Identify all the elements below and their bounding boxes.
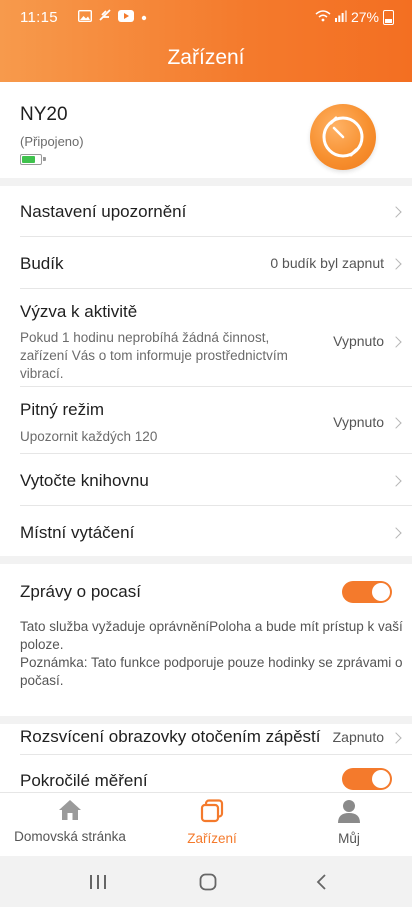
chevron-right-icon (390, 258, 402, 270)
chevron-right-icon (390, 475, 402, 487)
app-header: 11:15 27% Zařízení (0, 0, 412, 82)
row-description: Upozornit každých 120 (20, 429, 158, 444)
back-icon[interactable] (308, 870, 336, 894)
feather-icon (98, 8, 112, 26)
row-title: Budík (20, 254, 64, 273)
settings-group-main: Nastavení upozornění Budík 0 budík byl z… (0, 186, 412, 556)
watch-icon (310, 104, 376, 170)
chevron-right-icon (390, 732, 402, 744)
battery-icon (383, 9, 394, 25)
row-value: Vypnuto (333, 333, 384, 349)
alarm-row[interactable]: Budík 0 budík byl zapnut (20, 237, 402, 288)
wrist-wake-row[interactable]: Rozsvícení obrazovky otočením zápěstí Za… (20, 724, 402, 754)
dot-icon (140, 8, 148, 26)
signal-icon (334, 9, 347, 25)
toggle-knob (372, 583, 390, 601)
nav-item-profile[interactable]: Můj (310, 799, 388, 846)
local-dial-row[interactable]: Místní vytáčení (20, 506, 402, 556)
activity-reminder-row[interactable]: Výzva k aktivitě Pokud 1 hodinu neprobíh… (20, 289, 402, 386)
toggle-knob (372, 770, 390, 788)
nav-label: Domovská stránka (14, 829, 126, 844)
row-title: Místní vytáčení (20, 523, 135, 542)
status-time: 11:15 (20, 9, 58, 26)
notification-settings-row[interactable]: Nastavení upozornění (20, 186, 402, 236)
row-title: Zprávy o pocasí (20, 582, 141, 601)
device-connection-status: (Připojeno) (20, 134, 84, 149)
drinking-reminder-row[interactable]: Pitný režim Upozornit každých 120 Vypnut… (20, 387, 402, 453)
recent-apps-icon[interactable] (84, 870, 112, 894)
row-value: Zapnuto (332, 729, 384, 745)
bottom-navigation: Domovská stránka Zařízení Můj (0, 792, 412, 857)
row-title: Nastavení upozornění (20, 202, 187, 221)
row-title: Pitný režim (20, 400, 105, 419)
row-value: Vypnuto (333, 414, 384, 430)
nav-item-device[interactable]: Zařízení (160, 799, 264, 846)
youtube-icon (118, 8, 134, 26)
nav-label: Zařízení (187, 831, 237, 846)
home-button-icon[interactable] (194, 870, 222, 894)
notification-icons (77, 8, 148, 26)
wifi-icon (315, 9, 331, 25)
gallery-icon (77, 8, 93, 26)
row-title: Pokročilé měření (20, 771, 148, 790)
display-group: Rozsvícení obrazovky otočením zápěstí Za… (0, 724, 412, 792)
person-icon (337, 800, 361, 827)
chevron-right-icon (390, 206, 402, 218)
device-icon (200, 799, 224, 827)
nav-label: Můj (338, 831, 360, 846)
nav-item-home[interactable]: Domovská stránka (0, 799, 140, 844)
device-battery-icon (20, 154, 46, 165)
status-bar: 11:15 27% (0, 0, 412, 36)
home-icon (58, 800, 82, 825)
system-status: 27% (315, 9, 394, 25)
battery-percent: 27% (350, 9, 379, 25)
advanced-measurement-row: Pokročilé měření (20, 755, 402, 792)
row-title: Rozsvícení obrazovky otočením zápěstí (20, 727, 321, 746)
row-title: Výzva k aktivitě (20, 302, 138, 321)
page-title: Zařízení (167, 46, 245, 69)
system-navigation-bar (0, 856, 412, 907)
row-description: Pokud 1 hodinu neprobíhá žádná činnost, … (20, 330, 288, 381)
weather-row: Zprávy o pocasí (20, 564, 402, 620)
weather-group: Zprávy o pocasí Tato služba vyžaduje opr… (0, 564, 412, 716)
device-name: NY20 (20, 104, 68, 125)
row-title: Vytočte knihovnu (20, 471, 149, 490)
dial-library-row[interactable]: Vytočte knihovnu (20, 454, 402, 505)
weather-toggle[interactable] (342, 581, 392, 603)
chevron-right-icon (390, 336, 402, 348)
advanced-measurement-toggle[interactable] (342, 768, 392, 790)
chevron-right-icon (390, 417, 402, 429)
weather-description: Tato služba vyžaduje oprávněníPoloha a b… (20, 619, 403, 688)
battery-fill (22, 156, 35, 163)
row-value: 0 budík byl zapnut (270, 255, 384, 271)
chevron-right-icon (390, 527, 402, 539)
